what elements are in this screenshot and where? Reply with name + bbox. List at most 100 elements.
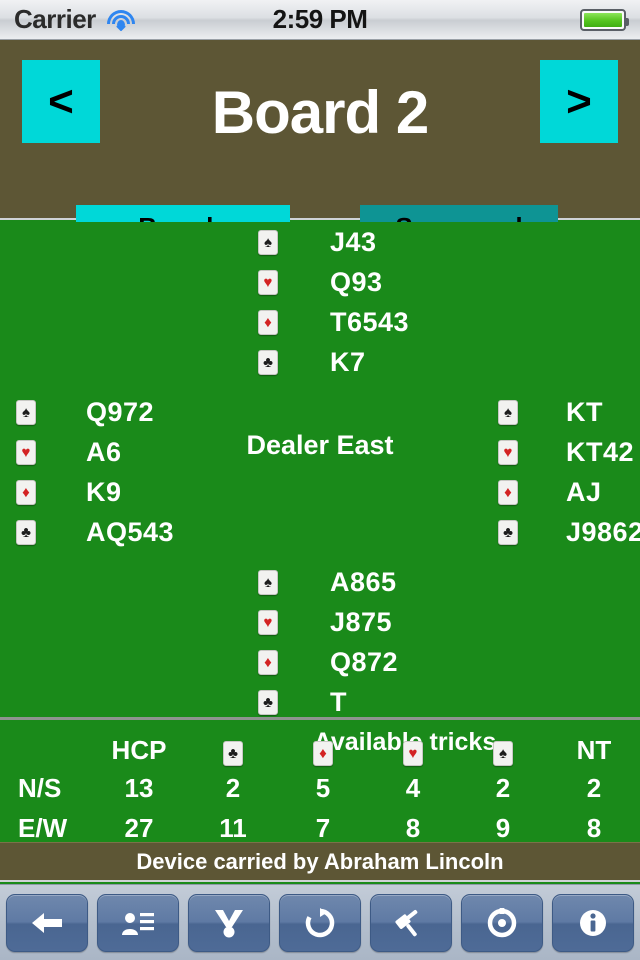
hand-row: ♦ Q872 (258, 642, 398, 682)
replay-button[interactable] (279, 893, 361, 952)
hand-cards: AQ543 (86, 516, 175, 547)
hand-row: ♣ T (258, 682, 398, 722)
club-icon: ♣ (258, 689, 278, 715)
cell-notrump: 2 (586, 772, 602, 803)
heart-icon: ♥ (258, 609, 278, 635)
spade-icon: ♠ (258, 569, 278, 595)
hand-row: ♦ AJ (498, 472, 640, 512)
hand-row: ♠ Q972 (16, 392, 174, 432)
diamond-icon: ♦ (258, 309, 278, 335)
cell-diamonds: 5 (315, 772, 331, 803)
hand-row: ♦ K9 (16, 472, 174, 512)
back-button[interactable] (6, 893, 88, 952)
cell-clubs: 2 (225, 772, 241, 803)
hand-cards: J43 (330, 226, 377, 257)
diamond-icon: ♦ (313, 741, 333, 766)
hand-cards: Q972 (86, 396, 155, 427)
club-icon: ♣ (498, 519, 518, 545)
hand-row: ♥ Q93 (258, 262, 409, 302)
table-header-row: HCP ♣ ♦ ♥ ♠ NT (0, 720, 640, 768)
header-clubs: ♣ (188, 720, 278, 768)
claim-button[interactable] (370, 893, 452, 952)
header-hearts: ♥ (368, 720, 458, 768)
hand-row: ♠ A865 (258, 562, 398, 602)
settings-button[interactable] (461, 893, 543, 952)
dealer-label: Dealer East (246, 430, 394, 460)
cell-hearts: 4 (405, 772, 421, 803)
diamond-icon: ♦ (258, 649, 278, 675)
heart-icon: ♥ (258, 269, 278, 295)
cell-notrump: 8 (586, 812, 602, 843)
hand-cards: K7 (330, 346, 366, 377)
available-tricks-panel: Available tricks HCP ♣ ♦ ♥ ♠ NT N/S 13 2… (0, 720, 640, 842)
status-bar: Carrier 2:59 PM (0, 0, 640, 40)
hand-north: ♠ J43 ♥ Q93 ♦ T6543 ♣ K7 (258, 222, 409, 382)
hand-cards: Q872 (330, 646, 399, 677)
table-row: N/S 13 2 5 4 2 2 (0, 768, 640, 808)
cell-diamonds: 7 (315, 812, 331, 843)
info-icon (578, 908, 608, 938)
spade-icon: ♠ (498, 399, 518, 425)
header-diamonds: ♦ (278, 720, 368, 768)
hand-south: ♠ A865 ♥ J875 ♦ Q872 ♣ T (258, 562, 398, 722)
club-icon: ♣ (223, 741, 243, 766)
back-arrow-icon (30, 910, 64, 936)
table-row: E/W 27 11 7 8 9 8 (0, 808, 640, 843)
board-header: < > Board 2 Boards Scorecard (0, 40, 640, 249)
device-owner-note: Device carried by Abraham Lincoln (0, 842, 640, 882)
cell-spades: 2 (495, 772, 511, 803)
cell-hcp: 27 (124, 812, 154, 843)
hand-cards: T (330, 686, 347, 717)
club-icon: ♣ (16, 519, 36, 545)
header-hcp: HCP (111, 735, 167, 765)
gavel-icon (395, 908, 427, 938)
cell-spades: 9 (495, 812, 511, 843)
bidding-button[interactable] (188, 893, 270, 952)
hand-row: ♣ AQ543 (16, 512, 174, 552)
hand-cards: J875 (330, 606, 393, 637)
header-spades: ♠ (458, 720, 548, 768)
hand-row: ♣ J9862 (498, 512, 640, 552)
cell-hearts: 8 (405, 812, 421, 843)
hand-row: ♣ K7 (258, 342, 409, 382)
settings-icon (487, 907, 517, 938)
cell-hcp: 13 (124, 772, 154, 803)
hand-cards: K9 (86, 476, 122, 507)
player-list-icon (121, 909, 155, 937)
club-icon: ♣ (258, 349, 278, 375)
hand-east: ♠ KT ♥ KT42 ♦ AJ ♣ J9862 (498, 392, 640, 552)
spade-icon: ♠ (16, 399, 36, 425)
bottom-toolbar (0, 884, 640, 960)
hand-row: ♠ KT (498, 392, 640, 432)
hand-cards: KT (566, 396, 603, 427)
bid-tree-icon (213, 908, 245, 938)
hand-cards: AJ (566, 476, 602, 507)
info-button[interactable] (552, 893, 634, 952)
refresh-icon (304, 907, 336, 938)
diamond-icon: ♦ (16, 479, 36, 505)
app-root: Carrier 2:59 PM < > Board 2 Boards Score… (0, 0, 640, 960)
diamond-icon: ♦ (498, 479, 518, 505)
hand-row: ♥ J875 (258, 602, 398, 642)
heart-icon: ♥ (403, 741, 423, 766)
row-side-label: E/W (18, 812, 68, 843)
available-tricks-table: HCP ♣ ♦ ♥ ♠ NT N/S 13 2 5 4 2 2 E/W 27 1… (0, 720, 640, 842)
header-notrump: NT (576, 735, 612, 765)
hand-cards: A865 (330, 566, 397, 597)
players-button[interactable] (97, 893, 179, 952)
cell-clubs: 11 (219, 812, 247, 843)
deal-diagram: ♠ J43 ♥ Q93 ♦ T6543 ♣ K7 ♠ Q972 ♥ A6 ♦ K… (0, 222, 640, 717)
spade-icon: ♠ (258, 229, 278, 255)
hand-west: ♠ Q972 ♥ A6 ♦ K9 ♣ AQ543 (16, 392, 174, 552)
header-spacer (0, 720, 90, 768)
row-side-label: N/S (18, 772, 62, 803)
hand-cards: J9862 (566, 516, 640, 547)
battery-icon (580, 9, 629, 31)
hand-row: ♠ J43 (258, 222, 409, 262)
spade-icon: ♠ (493, 741, 513, 766)
hand-row: ♦ T6543 (258, 302, 409, 342)
clock-label: 2:59 PM (272, 4, 368, 34)
hand-cards: Q93 (330, 266, 383, 297)
page-title: Board 2 (211, 79, 429, 146)
hand-cards: T6543 (330, 306, 410, 337)
